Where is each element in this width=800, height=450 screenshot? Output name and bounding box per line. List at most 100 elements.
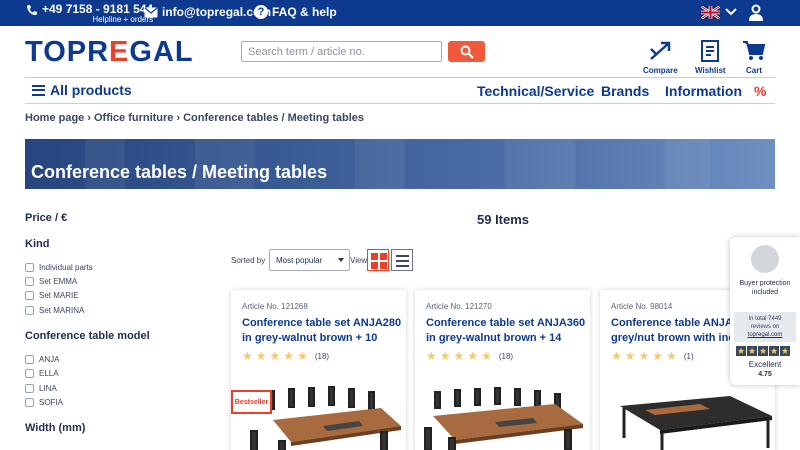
email-link[interactable]: info@topregal.com <box>144 5 271 19</box>
product-name-line2: in grey-walnut brown + 14 <box>426 332 562 344</box>
compare-label: Compare <box>643 66 678 75</box>
breadcrumb-chevron-icon: › <box>176 112 181 124</box>
sort-label: Sorted by <box>231 256 266 265</box>
product-name[interactable]: Conference table set ANJA280 in grey-wal… <box>242 316 402 346</box>
wishlist-button[interactable]: Wishlist <box>695 40 726 75</box>
checkbox[interactable] <box>25 277 34 286</box>
nav-sale[interactable]: % <box>754 83 766 99</box>
nav-brands[interactable]: Brands <box>601 83 649 99</box>
checkbox[interactable] <box>25 306 34 315</box>
menu-icon <box>32 84 45 96</box>
all-products-label: All products <box>50 82 132 98</box>
breadcrumb-home[interactable]: Home page <box>25 112 84 124</box>
filter-option-label: ELLA <box>39 369 59 378</box>
chevron-down-icon[interactable] <box>725 8 737 16</box>
caret-down-icon <box>338 258 344 262</box>
wishlist-label: Wishlist <box>695 66 726 75</box>
breadcrumb-current: Conference tables / Meeting tables <box>183 112 365 124</box>
filter-option[interactable]: SOFIA <box>25 398 63 407</box>
rating-word: Excellent <box>748 360 782 369</box>
help-icon: ? <box>254 5 268 19</box>
checkbox[interactable] <box>25 384 34 393</box>
user-account-icon[interactable] <box>748 4 764 22</box>
filter-option-label: SOFIA <box>39 398 64 407</box>
search-input[interactable] <box>241 41 442 62</box>
phone-icon <box>27 5 37 16</box>
article-number: Article No. 121270 <box>426 302 492 311</box>
bestseller-badge: Bestseller <box>231 390 272 414</box>
breadcrumb-office-furniture[interactable]: Office furniture <box>94 112 173 124</box>
product-name-line1: Conference table set ANJA280 <box>242 317 402 329</box>
rating: ★ ★ ★ ★ ★ (18) <box>242 349 330 363</box>
site-logo[interactable]: TOPREGAL <box>25 36 194 69</box>
cart-button[interactable]: Cart <box>742 40 766 75</box>
product-name-line2: in grey-walnut brown + 10 <box>242 332 378 344</box>
list-view-icon[interactable] <box>391 249 413 271</box>
reviews-box[interactable]: In total 7449 reviews on topregal.com <box>734 312 796 342</box>
top-bar: +49 7158 - 9181 544 Helpline + orders in… <box>0 0 800 26</box>
nav-information[interactable]: Information <box>665 83 742 99</box>
filter-option[interactable]: Set MARIE <box>25 291 79 300</box>
checkbox[interactable] <box>25 398 34 407</box>
rating-summary: Excellent 4.75 <box>730 360 800 380</box>
filter-option-label: Set EMMA <box>39 277 78 286</box>
filter-option[interactable]: Set EMMA <box>25 277 77 286</box>
faq-link[interactable]: ? FAQ & help <box>254 5 337 19</box>
checkbox[interactable] <box>25 291 34 300</box>
filter-width[interactable]: Width (mm) <box>25 422 85 434</box>
product-name[interactable]: Conference table set ANJA360 in grey-wal… <box>426 316 586 346</box>
checkbox[interactable] <box>25 263 34 272</box>
cart-icon <box>743 41 766 60</box>
nav-technical-service[interactable]: Technical/Service <box>477 83 594 99</box>
search-button[interactable] <box>448 41 485 62</box>
filter-option[interactable]: Individual parts <box>25 263 93 272</box>
checkbox[interactable] <box>25 369 34 378</box>
main-nav: All products Technical/Service Brands In… <box>25 77 775 104</box>
reviews-on: reviews on <box>750 324 780 330</box>
product-image[interactable] <box>415 386 590 450</box>
faq-text: FAQ & help <box>272 5 337 19</box>
filter-option[interactable]: ANJA <box>25 355 59 364</box>
filter-option-label: ANJA <box>39 355 60 364</box>
filter-option-label: LINA <box>39 384 57 393</box>
compare-icon <box>650 41 671 60</box>
article-number: Article No. 121268 <box>242 302 308 311</box>
grid-view-icon[interactable] <box>367 249 389 271</box>
reviews-total: In total 7449 <box>748 316 782 322</box>
filter-option-label: Set MARIE <box>39 291 79 300</box>
product-card[interactable]: Article No. 121270 Conference table set … <box>415 290 590 450</box>
sort-select[interactable]: Most popular <box>269 249 350 271</box>
page-title: Conference tables / Meeting tables <box>31 162 328 182</box>
filter-option[interactable]: LINA <box>25 384 57 393</box>
review-count: (18) <box>498 351 514 361</box>
filter-price[interactable]: Price / € <box>25 212 67 224</box>
reviews-link[interactable]: topregal.com <box>734 331 796 339</box>
phone-contact[interactable]: +49 7158 - 9181 544 Helpline + orders <box>26 3 153 24</box>
category-banner: Conference tables / Meeting tables <box>25 139 775 189</box>
filter-kind[interactable]: Kind <box>25 238 49 250</box>
filter-option[interactable]: Set MARINA <box>25 306 84 315</box>
phone-subtitle: Helpline + orders <box>92 15 154 24</box>
filter-option-label: Set MARINA <box>39 306 85 315</box>
uk-flag-icon[interactable] <box>701 6 720 19</box>
filter-model[interactable]: Conference table model <box>25 330 150 342</box>
rating-value: 4.75 <box>758 371 772 378</box>
product-image[interactable] <box>600 386 775 450</box>
filter-option[interactable]: ELLA <box>25 369 59 378</box>
product-card[interactable]: Article No. 121268 Conference table set … <box>231 290 406 450</box>
checkbox[interactable] <box>25 355 34 364</box>
mail-icon <box>144 7 158 17</box>
review-count: (18) <box>314 351 330 361</box>
logo-part1: TOPR <box>25 36 110 68</box>
buyer-protection-text: Buyer protection included <box>739 280 791 296</box>
all-products-menu[interactable]: All products <box>32 82 132 98</box>
trust-widget[interactable]: Buyer protection included In total 7449 … <box>730 237 800 385</box>
item-count: 59 Items <box>477 212 530 227</box>
product-name-line1: Conference table set ANJA360 <box>426 317 586 329</box>
search-icon <box>460 45 474 59</box>
article-number: Article No. 98014 <box>611 302 673 311</box>
wishlist-icon <box>701 40 720 62</box>
logo-accent: E <box>109 36 130 68</box>
sort-value: Most popular <box>276 256 323 265</box>
compare-button[interactable]: Compare <box>643 40 678 75</box>
